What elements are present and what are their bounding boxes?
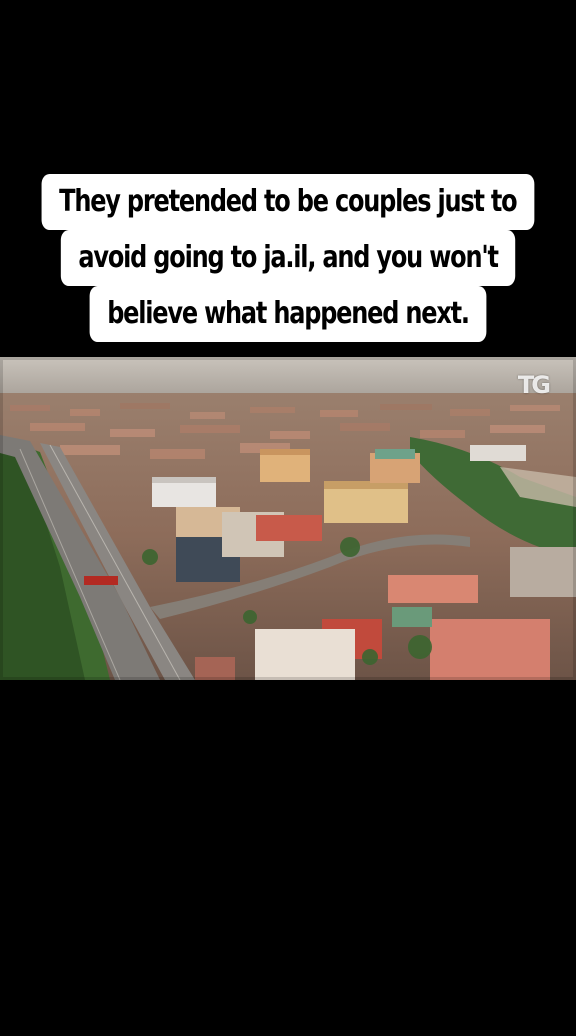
channel-watermark: TG	[517, 371, 551, 399]
video-player[interactable]: TG	[0, 357, 576, 680]
caption-line-1: They pretended to be couples just to	[41, 174, 535, 230]
caption-line-2: avoid going to ja.il, and you won't	[60, 230, 516, 286]
caption-overlay: They pretended to be couples just to avo…	[0, 174, 576, 342]
caption-line-3: believe what happened next.	[89, 286, 487, 342]
video-post-screen: They pretended to be couples just to avo…	[0, 0, 576, 1036]
aerial-city-image	[0, 357, 576, 680]
